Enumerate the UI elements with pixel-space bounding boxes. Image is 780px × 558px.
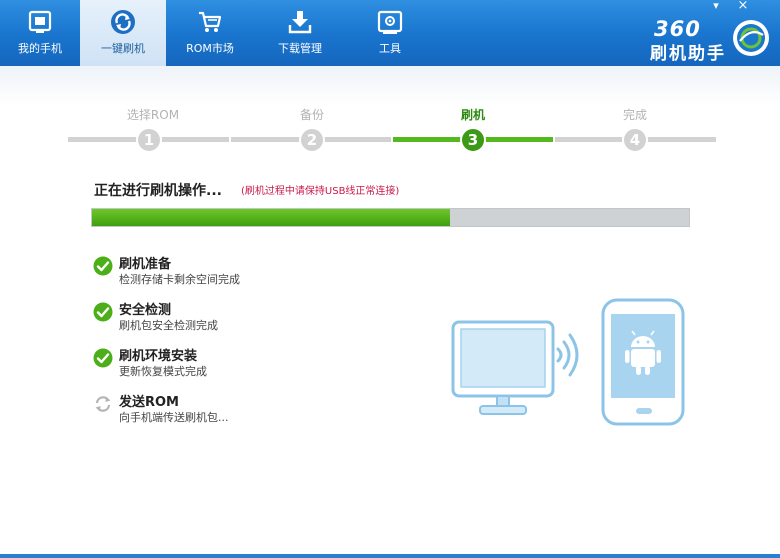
cart-icon xyxy=(199,11,222,32)
task-title: 刷机准备 xyxy=(119,257,172,272)
task-description: 更新恢复模式完成 xyxy=(119,365,207,378)
sync-spinner-icon xyxy=(95,396,111,412)
nav-download-manager[interactable]: 下载管理 xyxy=(260,0,340,66)
task-item: 发送ROM 向手机端传送刷机包... xyxy=(92,391,392,427)
brand-name: 刷机助手 xyxy=(650,44,726,64)
android-phone-icon xyxy=(601,298,685,426)
task-description: 检测存储卡剩余空间完成 xyxy=(119,273,240,286)
nav-tools-label: 工具 xyxy=(379,42,401,55)
flash-progress-fill xyxy=(92,209,451,226)
nav-download-manager-label: 下载管理 xyxy=(278,42,322,55)
check-circle-icon xyxy=(93,302,113,322)
task-title: 发送ROM xyxy=(119,395,179,410)
nav-one-click-flash-label: 一键刷机 xyxy=(101,42,145,55)
nav-one-click-flash[interactable]: 一键刷机 xyxy=(80,0,166,66)
task-description: 刷机包安全检测完成 xyxy=(119,319,218,332)
task-item: 刷机环境安装 更新恢复模式完成 xyxy=(92,345,392,381)
flash-progress-bar xyxy=(91,208,690,227)
monitor-icon xyxy=(451,320,555,415)
window-close-button[interactable]: × xyxy=(734,0,752,14)
phone-screen-icon xyxy=(28,10,52,33)
flash-refresh-icon xyxy=(111,10,135,34)
bottom-status-line xyxy=(0,554,780,558)
step-4-circle: 4 xyxy=(622,127,648,153)
task-title: 刷机环境安装 xyxy=(119,349,198,364)
wireless-signal-icon xyxy=(556,333,579,377)
step-1-label: 选择ROM xyxy=(126,108,180,122)
operation-usb-note: (刷机过程中请保持USB线正常连接) xyxy=(241,186,400,197)
step-2-label: 备份 xyxy=(299,108,324,122)
window-menu-button[interactable]: ▾ xyxy=(707,0,725,14)
step-3-label: 刷机 xyxy=(460,108,485,122)
toolbox-icon xyxy=(377,10,403,34)
step-3-circle: 3 xyxy=(460,127,486,153)
check-circle-icon xyxy=(93,256,113,276)
download-icon xyxy=(288,11,312,34)
step-4-label: 完成 xyxy=(622,108,647,122)
step-1-circle: 1 xyxy=(136,127,162,153)
operation-title: 正在进行刷机操作... xyxy=(94,183,222,199)
nav-rom-market-label: ROM市场 xyxy=(186,42,234,55)
task-title: 安全检测 xyxy=(119,303,172,318)
nav-rom-market[interactable]: ROM市场 xyxy=(170,0,250,66)
top-navigation-bar: 我的手机 一键刷机 ROM市场 下载管理 工具 ▾ × 360 刷机助手 xyxy=(0,0,780,66)
pc-to-phone-illustration xyxy=(451,298,685,426)
check-circle-icon xyxy=(93,348,113,368)
nav-my-phone[interactable]: 我的手机 xyxy=(0,0,80,66)
step-2-circle: 2 xyxy=(299,127,325,153)
brand-number: 360 xyxy=(654,17,701,41)
nav-tools[interactable]: 工具 xyxy=(350,0,430,66)
task-item: 刷机准备 检测存储卡剩余空间完成 xyxy=(92,253,392,289)
brand-ball-icon xyxy=(733,20,769,56)
brand-logo-area: 360 刷机助手 xyxy=(650,17,770,64)
task-description: 向手机端传送刷机包... xyxy=(119,411,229,424)
task-item: 安全检测 刷机包安全检测完成 xyxy=(92,299,392,335)
nav-my-phone-label: 我的手机 xyxy=(18,42,62,55)
